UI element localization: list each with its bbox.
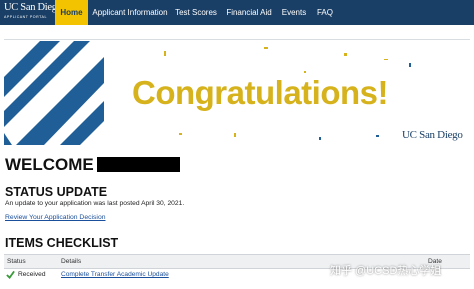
redacted-name (97, 157, 180, 172)
nav-home[interactable]: Home (55, 0, 88, 25)
nav-applicant-information[interactable]: Applicant Information (91, 0, 169, 25)
nav-faq[interactable]: FAQ (315, 0, 335, 25)
nav-test-scores[interactable]: Test Scores (173, 0, 219, 25)
welcome-heading: WELCOME (5, 155, 94, 174)
logo-text: UC San Diego (4, 2, 62, 13)
congratulations-title: Congratulations! (132, 74, 388, 111)
row-details-link[interactable]: Complete Transfer Academic Update (61, 271, 169, 278)
uc-san-diego-logo[interactable]: UC San Diego APPLICANT PORTAL (4, 1, 62, 24)
review-decision-link[interactable]: Review Your Application Decision (5, 214, 106, 221)
column-details: Details (61, 258, 82, 265)
top-navigation-bar: UC San Diego APPLICANT PORTAL Home Appli… (0, 0, 474, 25)
checkmark-icon (6, 270, 15, 279)
watermark-text: 知乎 @UCSD热心学姐 (330, 265, 442, 277)
row-status: Received (18, 271, 46, 278)
column-status: Status (7, 258, 26, 265)
nav-events[interactable]: Events (279, 0, 309, 25)
nav-financial-aid[interactable]: Financial Aid (225, 0, 273, 25)
items-checklist-heading: ITEMS CHECKLIST (5, 236, 119, 250)
status-update-heading: STATUS UPDATE (5, 185, 108, 199)
congratulations-banner: Congratulations! UC San Diego (4, 41, 470, 145)
status-update-text: An update to your application was last p… (5, 200, 185, 207)
divider (4, 39, 470, 40)
banner-ucsd-logo: UC San Diego (402, 129, 463, 141)
logo-subtitle: APPLICANT PORTAL (4, 15, 47, 19)
